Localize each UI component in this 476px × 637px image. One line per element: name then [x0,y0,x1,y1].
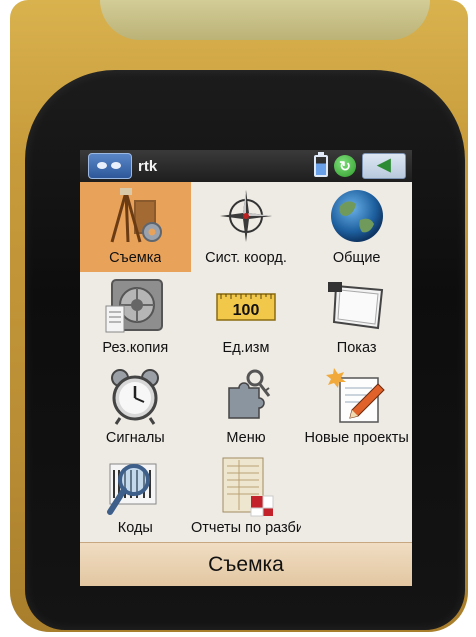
alarm-clock-icon [111,369,160,425]
menu-item-label: Коды [117,520,153,536]
stakeout-report-icon [222,457,274,517]
menu-item-stakeout-reports[interactable]: Отчеты по разбивке [191,452,302,542]
back-arrow-icon[interactable]: ◀ [362,153,406,179]
battery-icon[interactable] [314,152,328,177]
compass-rose-icon [219,190,272,242]
menu-item-new-projects[interactable]: Новые проекты [301,362,412,452]
menu-item-label: Общие [332,250,381,266]
menu-item-general[interactable]: Общие [301,182,412,272]
menu-item-label: Показ [336,340,377,356]
menu-item-units[interactable]: 100 Ед.изм [191,272,302,362]
device-screen: rtk ↻ ◀ Съемка Сист. коорд. Общие Рез.ко… [80,150,412,586]
menu-item-label: Съемка [109,250,162,266]
menu-item-alarms[interactable]: Сигналы [80,362,191,452]
current-section-title: Съемка [208,553,284,576]
new-project-pencil-icon [325,368,385,423]
bottom-title-bar: Съемка [80,542,412,586]
status-area: ↻ ◀ [314,152,406,179]
menu-item-survey[interactable]: Съемка [80,182,191,272]
ruler-value: 100 [233,302,260,319]
globe-icon [330,190,383,242]
trimble-logo-icon[interactable] [88,153,132,179]
menu-item-label: Меню [226,430,266,446]
vault-backup-icon [105,279,164,333]
menu-item-display[interactable]: Показ [301,272,412,362]
menu-item-label: Новые проекты [304,430,409,446]
app-title: rtk [138,157,158,175]
ruler-units-icon: 100 [216,293,276,321]
codes-magnifier-icon [107,463,157,515]
menu-item-label: Сигналы [105,430,165,446]
menu-item-label: Сист. коорд. [205,250,287,266]
menu-item-menu[interactable]: Меню [191,362,302,452]
menu-item-coordinate-system[interactable]: Сист. коорд. [191,182,302,272]
title-bar: rtk ↻ ◀ [80,150,412,182]
menu-item-codes[interactable]: Коды [80,452,191,542]
menu-item-label: Отчеты по разбивке [190,520,301,536]
survey-tripod-icon [110,188,163,243]
menu-item-backup[interactable]: Рез.копия [80,272,191,362]
menu-grid: Съемка Сист. коорд. Общие Рез.копия 100 … [80,182,412,542]
puzzle-key-icon [228,369,271,419]
menu-item-label: Рез.копия [102,340,169,356]
sync-status-icon[interactable]: ↻ [334,155,356,177]
menu-item-label: Ед.изм [222,340,270,356]
display-screen-icon [327,282,383,330]
device-top-cap [100,0,430,40]
